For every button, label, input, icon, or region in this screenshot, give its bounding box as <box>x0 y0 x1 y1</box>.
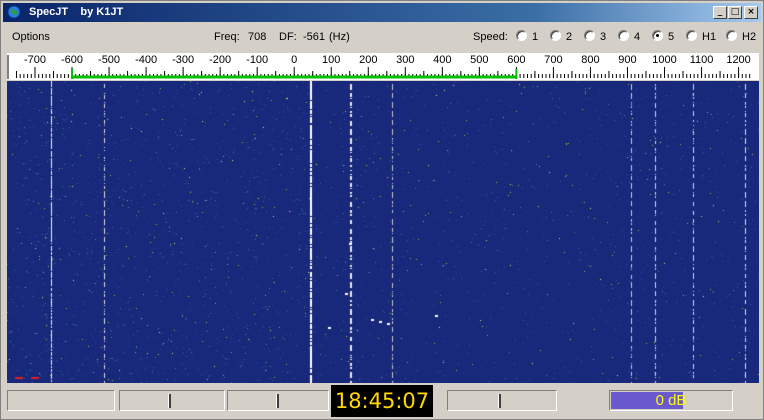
status-bar: 18:45:07 0 dB <box>3 385 761 417</box>
close-button[interactable]: × <box>744 6 758 19</box>
scale-tick-label: -600 <box>61 54 84 66</box>
minimize-button[interactable]: _ <box>713 6 727 19</box>
scale-tick-label: 100 <box>322 54 341 66</box>
toolbar: Options Freq: 708 DF: -561 (Hz) Speed: 1… <box>3 24 761 50</box>
slider-thumb[interactable] <box>498 394 501 408</box>
scale-tick-label: 1000 <box>652 54 677 66</box>
scale-tick-label: 1100 <box>689 54 714 66</box>
maximize-button[interactable]: □ <box>728 6 742 19</box>
scale-tick-label: -300 <box>172 54 195 66</box>
brightness-slider[interactable] <box>119 390 225 411</box>
speed-radio-label: H1 <box>702 31 717 43</box>
window-title: SpecJT by K1JT <box>29 6 123 18</box>
radio-dot-icon <box>686 30 697 41</box>
level-text: 0 dB <box>655 392 687 409</box>
freq-label: Freq: <box>214 31 240 43</box>
scale-tick-label: 0 <box>291 54 298 66</box>
scale-tick-label: 500 <box>470 54 489 66</box>
slider-thumb[interactable] <box>276 394 279 408</box>
speed-radio-label: 3 <box>600 31 607 43</box>
radio-dot-icon <box>516 30 527 41</box>
speed-radio-label: 5 <box>668 31 675 43</box>
app-name: SpecJT <box>29 6 69 18</box>
contrast-slider[interactable] <box>227 390 329 411</box>
scale-tick-label: 600 <box>507 54 526 66</box>
frequency-scale[interactable]: -700 -600 -500 -400 -300 -200 -100 0 100 200 300 40… <box>7 53 759 80</box>
app-author: by K1JT <box>80 6 124 18</box>
scale-tick-label: 900 <box>618 54 637 66</box>
freq-value: 708 <box>248 31 267 43</box>
scale-tick-label: 200 <box>359 54 378 66</box>
scale-tick-label: 1200 <box>726 54 751 66</box>
scale-tick-label: 700 <box>544 54 563 66</box>
waterfall-display[interactable] <box>7 81 759 383</box>
radio-dot-icon <box>726 30 737 41</box>
scale-tick-label: -500 <box>98 54 121 66</box>
speed-label: Speed: <box>473 31 508 43</box>
df-label: DF: <box>279 31 297 43</box>
scale-tick-label: -200 <box>209 54 232 66</box>
scale-tick-label: -100 <box>246 54 269 66</box>
speed-radio-label: H2 <box>742 31 757 43</box>
radio-dot-icon <box>584 30 595 41</box>
globe-icon <box>7 5 21 19</box>
status-panel-1 <box>7 390 115 411</box>
gain-slider[interactable] <box>447 390 557 411</box>
scale-tick-label: 400 <box>433 54 452 66</box>
speed-radio-label: 1 <box>532 31 539 43</box>
slider-thumb[interactable] <box>168 394 171 408</box>
scale-tick-label: -700 <box>23 54 47 66</box>
specjt-window: SpecJT by K1JT _ □ × Options Freq: 708 D… <box>0 0 764 420</box>
speed-radio-label: 2 <box>566 31 573 43</box>
speed-radio-label: 4 <box>634 31 641 43</box>
waterfall-canvas <box>7 81 759 383</box>
title-bar[interactable]: SpecJT by K1JT _ □ × <box>3 3 761 22</box>
options-menu[interactable]: Options <box>12 31 50 43</box>
scale-tick-label: 800 <box>581 54 600 66</box>
radio-dot-icon <box>618 30 629 41</box>
scale-tick-label: 300 <box>396 54 415 66</box>
radio-dot-icon <box>652 30 663 41</box>
scale-tick-label: -400 <box>135 54 158 66</box>
df-unit: (Hz) <box>329 31 350 43</box>
utc-clock: 18:45:07 <box>331 385 433 417</box>
radio-dot-icon <box>550 30 561 41</box>
df-value: -561 <box>303 31 326 43</box>
signal-level-meter: 0 dB <box>609 390 733 411</box>
